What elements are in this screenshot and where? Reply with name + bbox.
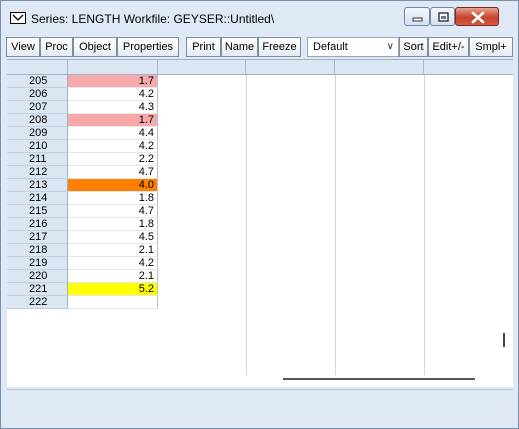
value-cell[interactable]: 4.7 bbox=[68, 205, 158, 218]
row-number[interactable]: 218 bbox=[7, 244, 68, 257]
close-icon bbox=[471, 11, 485, 24]
row-number[interactable]: 205 bbox=[7, 75, 68, 88]
table-row[interactable]: 222 bbox=[7, 296, 513, 309]
row-number[interactable]: 206 bbox=[7, 88, 68, 101]
row-number[interactable]: 215 bbox=[7, 205, 68, 218]
row-number[interactable]: 208 bbox=[7, 114, 68, 127]
grid-header bbox=[7, 60, 513, 75]
row-number[interactable]: 222 bbox=[7, 296, 68, 309]
table-row[interactable]: 215 4.7 bbox=[7, 205, 513, 218]
print-button[interactable]: Print bbox=[186, 37, 221, 57]
horizontal-scroll-thumb[interactable] bbox=[283, 378, 475, 380]
vertical-scrollbar[interactable] bbox=[494, 75, 513, 375]
row-number[interactable]: 211 bbox=[7, 153, 68, 166]
series-window: Series: LENGTH Workfile: GEYSER::Untitle… bbox=[0, 0, 519, 429]
table-row[interactable]: 219 4.2 bbox=[7, 257, 513, 270]
header-cell[interactable] bbox=[158, 60, 246, 74]
value-cell[interactable]: 1.8 bbox=[68, 218, 158, 231]
maximize-button[interactable] bbox=[430, 7, 455, 26]
value-cell[interactable]: 4.2 bbox=[68, 88, 158, 101]
freeze-button[interactable]: Freeze bbox=[258, 37, 301, 57]
chevron-down-icon: ∨ bbox=[386, 41, 394, 52]
toolbar: View Proc Object Properties Print Name F… bbox=[6, 37, 514, 57]
table-row[interactable]: 213 4.0 bbox=[7, 179, 513, 192]
row-number[interactable]: 213 bbox=[7, 179, 68, 192]
display-select[interactable]: Default ∨ bbox=[307, 37, 399, 57]
maximize-icon bbox=[438, 12, 449, 22]
sort-button[interactable]: Sort bbox=[399, 37, 428, 57]
table-row[interactable]: 216 1.8 bbox=[7, 218, 513, 231]
value-cell[interactable]: 4.7 bbox=[68, 166, 158, 179]
row-number[interactable]: 220 bbox=[7, 270, 68, 283]
table-row[interactable]: 206 4.2 bbox=[7, 88, 513, 101]
value-cell[interactable]: 1.8 bbox=[68, 192, 158, 205]
value-cell[interactable]: 2.2 bbox=[68, 153, 158, 166]
value-cell[interactable]: 4.4 bbox=[68, 127, 158, 140]
table-row[interactable]: 220 2.1 bbox=[7, 270, 513, 283]
view-button[interactable]: View bbox=[6, 37, 40, 57]
proc-button[interactable]: Proc bbox=[40, 37, 73, 57]
table-row[interactable]: 218 2.1 bbox=[7, 244, 513, 257]
table-row[interactable]: 221 5.2 bbox=[7, 283, 513, 296]
table-row[interactable]: 211 2.2 bbox=[7, 153, 513, 166]
value-cell[interactable]: 4.3 bbox=[68, 101, 158, 114]
table-row[interactable]: 208 1.7 bbox=[7, 114, 513, 127]
table-row[interactable]: 217 4.5 bbox=[7, 231, 513, 244]
header-cell[interactable] bbox=[246, 60, 335, 74]
name-button[interactable]: Name bbox=[221, 37, 258, 57]
minimize-button[interactable] bbox=[404, 7, 430, 26]
value-cell[interactable] bbox=[68, 296, 158, 309]
table-row[interactable]: 205 1.7 bbox=[7, 75, 513, 88]
row-number[interactable]: 219 bbox=[7, 257, 68, 270]
value-cell[interactable]: 4.0 bbox=[68, 179, 158, 192]
header-cell[interactable] bbox=[335, 60, 424, 74]
value-cell[interactable]: 4.2 bbox=[68, 140, 158, 153]
row-number[interactable]: 216 bbox=[7, 218, 68, 231]
value-cell[interactable]: 4.2 bbox=[68, 257, 158, 270]
value-cell[interactable]: 5.2 bbox=[68, 283, 158, 296]
row-number[interactable]: 221 bbox=[7, 283, 68, 296]
row-number[interactable]: 210 bbox=[7, 140, 68, 153]
table-row[interactable]: 209 4.4 bbox=[7, 127, 513, 140]
header-corner[interactable] bbox=[7, 60, 68, 74]
minimize-icon bbox=[412, 17, 423, 22]
table-row[interactable]: 212 4.7 bbox=[7, 166, 513, 179]
value-cell[interactable]: 2.1 bbox=[68, 244, 158, 257]
value-cell[interactable]: 4.5 bbox=[68, 231, 158, 244]
header-cell[interactable] bbox=[424, 60, 513, 74]
close-button[interactable] bbox=[455, 7, 499, 26]
row-number[interactable]: 217 bbox=[7, 231, 68, 244]
smpl-toggle-button[interactable]: Smpl+ bbox=[469, 37, 513, 57]
row-number[interactable]: 207 bbox=[7, 101, 68, 114]
data-grid[interactable]: 205 1.7 206 4.2 207 4.3 208 1.7 209 4.4 210 4.2 211 2… bbox=[7, 59, 513, 387]
table-row[interactable]: 214 1.8 bbox=[7, 192, 513, 205]
status-bar bbox=[7, 389, 513, 423]
value-cell[interactable]: 1.7 bbox=[68, 114, 158, 127]
header-cell[interactable] bbox=[68, 60, 158, 74]
properties-button[interactable]: Properties bbox=[117, 37, 179, 57]
window-title: Series: LENGTH Workfile: GEYSER::Untitle… bbox=[31, 12, 275, 26]
table-row[interactable]: 207 4.3 bbox=[7, 101, 513, 114]
series-icon bbox=[10, 12, 26, 24]
display-select-value: Default bbox=[313, 41, 348, 53]
edit-toggle-button[interactable]: Edit+/- bbox=[428, 37, 469, 57]
object-button[interactable]: Object bbox=[73, 37, 117, 57]
vertical-scroll-thumb[interactable] bbox=[503, 333, 505, 347]
row-number[interactable]: 209 bbox=[7, 127, 68, 140]
row-number[interactable]: 212 bbox=[7, 166, 68, 179]
value-cell[interactable]: 2.1 bbox=[68, 270, 158, 283]
row-number[interactable]: 214 bbox=[7, 192, 68, 205]
title-bar[interactable]: Series: LENGTH Workfile: GEYSER::Untitle… bbox=[1, 1, 518, 35]
value-cell[interactable]: 1.7 bbox=[68, 75, 158, 88]
table-row[interactable]: 210 4.2 bbox=[7, 140, 513, 153]
